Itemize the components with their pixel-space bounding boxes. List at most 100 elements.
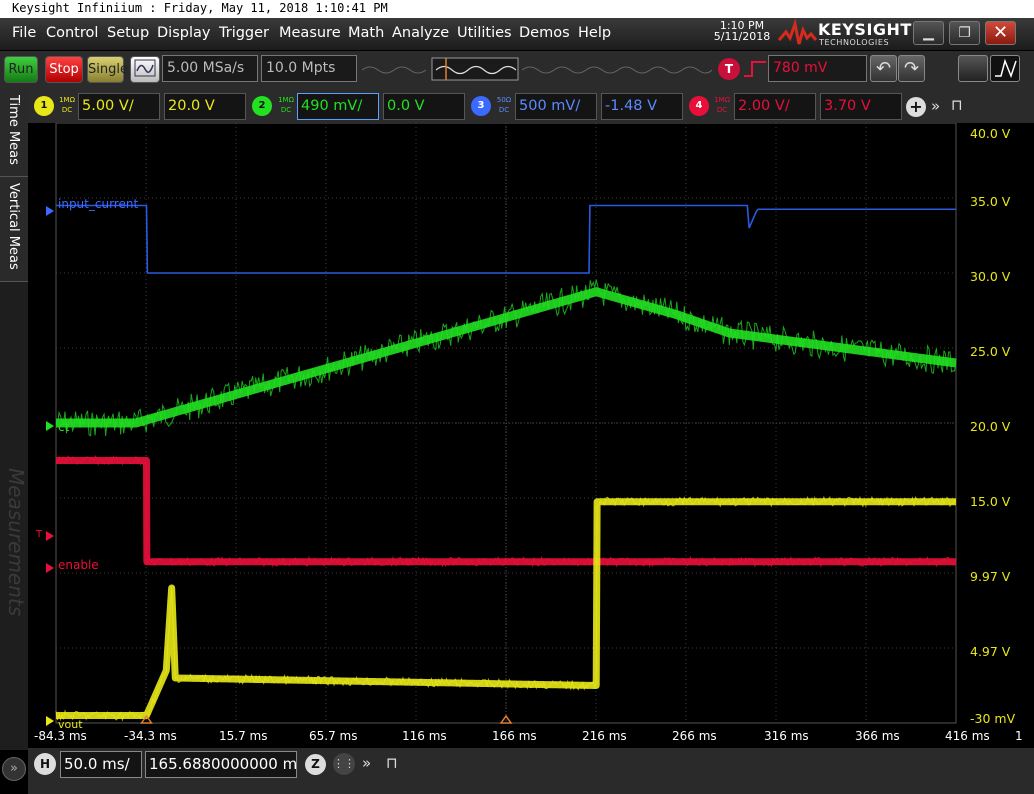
y-label-2: 30.0 V <box>970 269 1011 284</box>
scope-window: Keysight Infiniium : Friday, May 11, 201… <box>0 0 1034 794</box>
y-label-8: -30 mV <box>970 711 1016 726</box>
ch4-impedance: 1MΩ <box>714 96 730 104</box>
trigger-level-field[interactable]: 780 mV <box>768 55 867 82</box>
menu-demos[interactable]: Demos <box>519 25 570 41</box>
menu-help[interactable]: Help <box>578 25 611 41</box>
undo-button[interactable]: ↶ <box>870 55 897 82</box>
keysight-logo-icon <box>778 18 818 45</box>
x-label-suffix: 1 <box>1015 729 1023 743</box>
x-label-5: 166 ms <box>492 729 537 743</box>
autoscale-button[interactable] <box>130 56 160 83</box>
ch3-offset-field[interactable]: -1.48 V <box>601 93 683 120</box>
menu-trigger[interactable]: Trigger <box>219 25 269 41</box>
waveform-display[interactable] <box>28 123 1034 750</box>
ch4-ground-marker[interactable] <box>46 563 54 573</box>
clock: 1:10 PM 5/11/2018 <box>712 20 772 42</box>
zoom-badge[interactable]: Z <box>305 754 326 775</box>
minimize-icon: ▁ <box>923 25 934 41</box>
touch-mode-button[interactable] <box>990 55 1020 82</box>
tab-vertical-meas[interactable]: Vertical Meas <box>0 177 28 282</box>
menu-display[interactable]: Display <box>157 25 210 41</box>
brand-name: KEYSIGHT <box>818 20 912 39</box>
ch4-scale-field[interactable]: 2.00 V/ <box>734 93 816 120</box>
memory-depth-field[interactable]: 10.0 Mpts <box>261 55 357 82</box>
redo-button[interactable]: ↷ <box>898 55 925 82</box>
trigger-level-marker[interactable]: T <box>36 529 42 540</box>
menu-file[interactable]: File <box>12 25 36 41</box>
window-title: Keysight Infiniium : Friday, May 11, 201… <box>0 0 1034 18</box>
x-label-6: 216 ms <box>582 729 627 743</box>
expand-panel-button[interactable]: » <box>2 757 26 781</box>
x-label-3: 65.7 ms <box>309 729 358 743</box>
y-label-6: 9.97 V <box>970 569 1011 584</box>
pin-button[interactable]: ⊓ <box>951 96 963 114</box>
ch2-scale-field[interactable]: 490 mV/ <box>297 93 379 120</box>
ch2-offset-field[interactable]: 0.0 V <box>383 93 465 120</box>
menu-utilities[interactable]: Utilities <box>457 25 512 41</box>
menu-control[interactable]: Control <box>46 25 98 41</box>
menu-math[interactable]: Math <box>348 25 384 41</box>
ch3-ground-marker[interactable] <box>46 206 54 216</box>
y-label-4: 20.0 V <box>970 419 1011 434</box>
ch4-offset-field[interactable]: 3.70 V <box>820 93 902 120</box>
ch2-ground-marker[interactable] <box>46 421 54 431</box>
single-button[interactable]: Single <box>87 56 128 83</box>
rising-edge-icon <box>744 61 766 77</box>
x-label-7: 266 ms <box>672 729 717 743</box>
measurements-watermark: Measurements <box>4 468 28 617</box>
ch1-badge[interactable]: 1 <box>34 96 54 116</box>
dots-icon: ⋮⋮ <box>333 757 355 770</box>
trigger-arrow[interactable] <box>46 531 54 541</box>
trigger-source-badge[interactable]: T <box>718 58 740 80</box>
sample-rate-field[interactable]: 5.00 MSa/s <box>162 55 258 82</box>
menu-measure[interactable]: Measure <box>279 25 341 41</box>
ch1-coupling-mode: DC <box>61 106 73 114</box>
ch3-badge[interactable]: 3 <box>471 96 491 116</box>
undo-icon: ↶ <box>875 58 892 79</box>
x-label-10: 416 ms <box>945 729 990 743</box>
ch4-coupling: 1MΩ DC <box>712 95 732 115</box>
waveform-vout <box>54 495 958 722</box>
time-scale-field[interactable]: 50.0 ms/ <box>60 751 142 778</box>
stop-button[interactable]: Stop <box>45 56 83 83</box>
run-button[interactable]: Run <box>4 56 38 83</box>
time-position-field[interactable]: 165.6880000000 ms <box>145 751 297 778</box>
x-label-1: -34.3 ms <box>124 729 177 743</box>
menu-setup[interactable]: Setup <box>107 25 149 41</box>
add-channel-button[interactable]: + <box>906 97 926 117</box>
horizontal-badge[interactable]: H <box>34 753 56 775</box>
panel-toggle-button[interactable] <box>958 55 988 82</box>
autoscale-icon <box>134 59 156 77</box>
double-chevron-icon: » <box>10 761 18 776</box>
ch3-coupling-mode: DC <box>498 106 510 114</box>
ch4-waveform-label: enable <box>58 558 99 572</box>
acquisition-button[interactable]: ⋮⋮ <box>333 753 355 775</box>
y-label-0: 40.0 V <box>970 126 1011 141</box>
graticule <box>46 123 959 726</box>
ch1-ground-marker[interactable] <box>46 716 54 726</box>
y-label-1: 35.0 V <box>970 194 1011 209</box>
y-label-5: 15.0 V <box>970 494 1011 509</box>
waveform-navigator[interactable] <box>362 56 712 83</box>
tab-time-meas[interactable]: Time Meas <box>0 89 28 177</box>
plus-icon: + <box>909 97 923 116</box>
maximize-button[interactable]: ❐ <box>949 21 980 45</box>
brand-subtitle: TECHNOLOGIES <box>819 38 890 47</box>
ch1-offset-field[interactable]: 20.0 V <box>164 93 246 120</box>
ch1-scale-field[interactable]: 5.00 V/ <box>78 93 160 120</box>
ch1-impedance: 1MΩ <box>59 96 75 104</box>
x-label-2: 15.7 ms <box>219 729 268 743</box>
ch4-badge[interactable]: 4 <box>689 96 709 116</box>
ch3-scale-field[interactable]: 500 mV/ <box>515 93 597 120</box>
ch1-waveform-label: vout <box>58 718 83 731</box>
more-channels-button[interactable]: » <box>931 97 940 115</box>
minimize-button[interactable]: ▁ <box>913 21 944 45</box>
ch1-coupling: 1MΩ DC <box>57 95 77 115</box>
ch2-badge[interactable]: 2 <box>252 96 272 116</box>
clock-date: 5/11/2018 <box>713 30 771 43</box>
close-button[interactable]: ✕ <box>985 21 1016 45</box>
ch3-coupling: 50Ω DC <box>494 95 514 115</box>
horizontal-pin-button[interactable]: ⊓ <box>386 754 398 772</box>
menu-analyze[interactable]: Analyze <box>392 25 449 41</box>
more-horizontal-button[interactable]: » <box>362 754 371 772</box>
